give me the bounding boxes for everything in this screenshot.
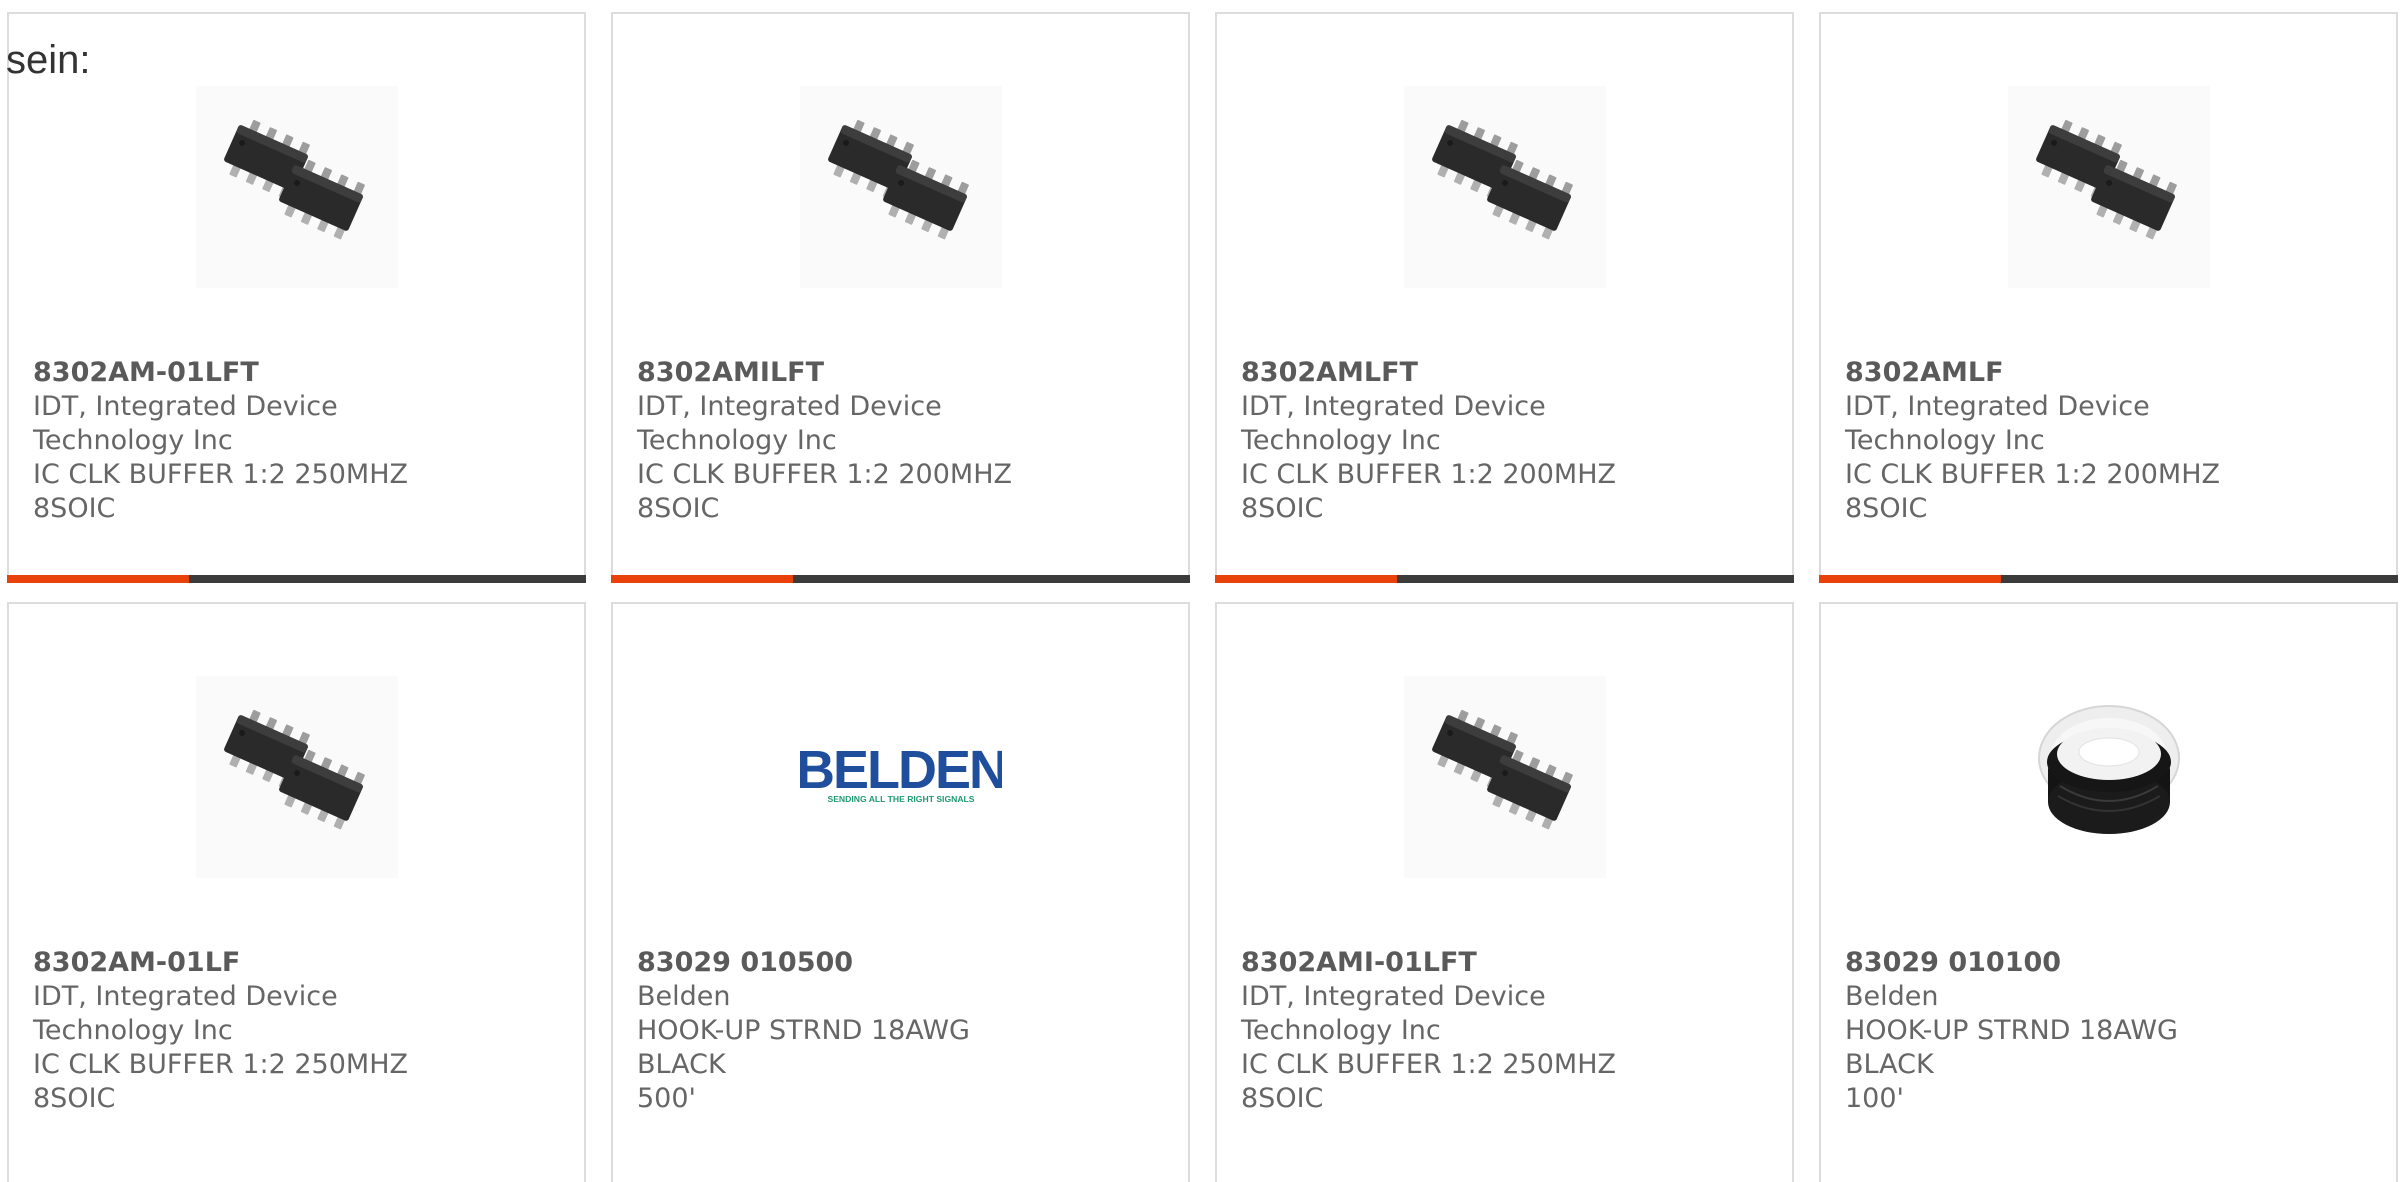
description-cont: 8SOIC [1845,493,1928,524]
belden-logo-text: BELDEN [800,740,1002,800]
manufacturer-cont: Technology Inc [33,1015,233,1046]
product-info: 83029 010100 Belden HOOK-UP STRND 18AWG … [1845,946,2265,1116]
manufacturer: IDT, Integrated Device [1241,391,1546,422]
description-cont: 8SOIC [33,1083,116,1114]
manufacturer-cont: Technology Inc [33,425,233,456]
part-number-link[interactable]: 8302AM-01LF [33,946,453,980]
manufacturer: IDT, Integrated Device [33,981,338,1012]
soic-chip-icon[interactable] [1404,86,1606,288]
manufacturer: IDT, Integrated Device [637,391,942,422]
manufacturer-cont: Technology Inc [1241,1015,1441,1046]
wire-spool-icon[interactable] [2008,676,2210,878]
card-accent-bar [611,575,1190,583]
accent-segment [1819,575,2001,583]
belden-logo-tagline: SENDING ALL THE RIGHT SIGNALS [827,794,974,804]
part-number-link[interactable]: 8302AMILFT [637,356,1057,390]
description-cont: 8SOIC [1241,493,1324,524]
product-info: 8302AM-01LF IDT, Integrated Device Techn… [33,946,453,1116]
card-accent-bar [1215,575,1794,583]
soic-chip-icon[interactable] [1404,676,1606,878]
description-cont: 100' [1845,1083,1904,1114]
part-number-link[interactable]: 83029 010100 [1845,946,2265,980]
card-accent-bar [1819,575,2398,583]
description: IC CLK BUFFER 1:2 250MHZ [1241,1049,1616,1080]
description: IC CLK BUFFER 1:2 200MHZ [637,459,1012,490]
soic-chip-icon[interactable] [800,86,1002,288]
description: IC CLK BUFFER 1:2 200MHZ [1845,459,2220,490]
manufacturer-cont: Technology Inc [1241,425,1441,456]
product-card[interactable]: BELDEN SENDING ALL THE RIGHT SIGNALS 830… [611,602,1190,1182]
part-number-link[interactable]: 83029 010500 [637,946,1057,980]
card-accent-bar [7,575,586,583]
description-cont: 8SOIC [1241,1083,1324,1114]
part-number-link[interactable]: 8302AMLFT [1241,356,1661,390]
description: IC CLK BUFFER 1:2 250MHZ [33,1049,408,1080]
description: IC CLK BUFFER 1:2 200MHZ [1241,459,1616,490]
manufacturer-cont: Technology Inc [1845,425,2045,456]
part-number-link[interactable]: 8302AMLF [1845,356,2265,390]
description: HOOK-UP STRND 18AWG BLACK [1845,1015,2178,1080]
soic-chip-icon[interactable] [196,86,398,288]
product-info: 8302AMLFT IDT, Integrated Device Technol… [1241,356,1661,526]
part-number-link[interactable]: 8302AMI-01LFT [1241,946,1661,980]
product-card[interactable]: 8302AMLFT IDT, Integrated Device Technol… [1215,12,1794,583]
accent-segment [7,575,189,583]
product-card[interactable]: 8302AM-01LF IDT, Integrated Device Techn… [7,602,586,1182]
product-info: 8302AMILFT IDT, Integrated Device Techno… [637,356,1057,526]
belden-logo[interactable]: BELDEN SENDING ALL THE RIGHT SIGNALS [800,676,1002,878]
product-card[interactable]: 8302AMI-01LFT IDT, Integrated Device Tec… [1215,602,1794,1182]
description-cont: 8SOIC [637,493,720,524]
manufacturer: IDT, Integrated Device [1845,391,2150,422]
product-card[interactable]: 8302AMLF IDT, Integrated Device Technolo… [1819,12,2398,583]
accent-segment [1215,575,1397,583]
product-info: 8302AMLF IDT, Integrated Device Technolo… [1845,356,2265,526]
part-number-link[interactable]: 8302AM-01LFT [33,356,453,390]
product-card[interactable]: 8302AMILFT IDT, Integrated Device Techno… [611,12,1190,583]
product-info: 8302AMI-01LFT IDT, Integrated Device Tec… [1241,946,1661,1116]
soic-chip-icon[interactable] [196,676,398,878]
manufacturer-cont: Technology Inc [637,425,837,456]
manufacturer: Belden [637,981,731,1012]
product-card[interactable]: 83029 010100 Belden HOOK-UP STRND 18AWG … [1819,602,2398,1182]
manufacturer: IDT, Integrated Device [1241,981,1546,1012]
product-info: 8302AM-01LFT IDT, Integrated Device Tech… [33,356,453,526]
page-label: sein: [6,38,91,82]
product-card[interactable]: 8302AM-01LFT IDT, Integrated Device Tech… [7,12,586,583]
manufacturer: Belden [1845,981,1939,1012]
soic-chip-icon[interactable] [2008,86,2210,288]
accent-segment [611,575,793,583]
description-cont: 8SOIC [33,493,116,524]
manufacturer: IDT, Integrated Device [33,391,338,422]
description: HOOK-UP STRND 18AWG BLACK [637,1015,970,1080]
description: IC CLK BUFFER 1:2 250MHZ [33,459,408,490]
description-cont: 500' [637,1083,696,1114]
product-info: 83029 010500 Belden HOOK-UP STRND 18AWG … [637,946,1057,1116]
product-grid: 8302AM-01LFT IDT, Integrated Device Tech… [0,0,2400,1182]
